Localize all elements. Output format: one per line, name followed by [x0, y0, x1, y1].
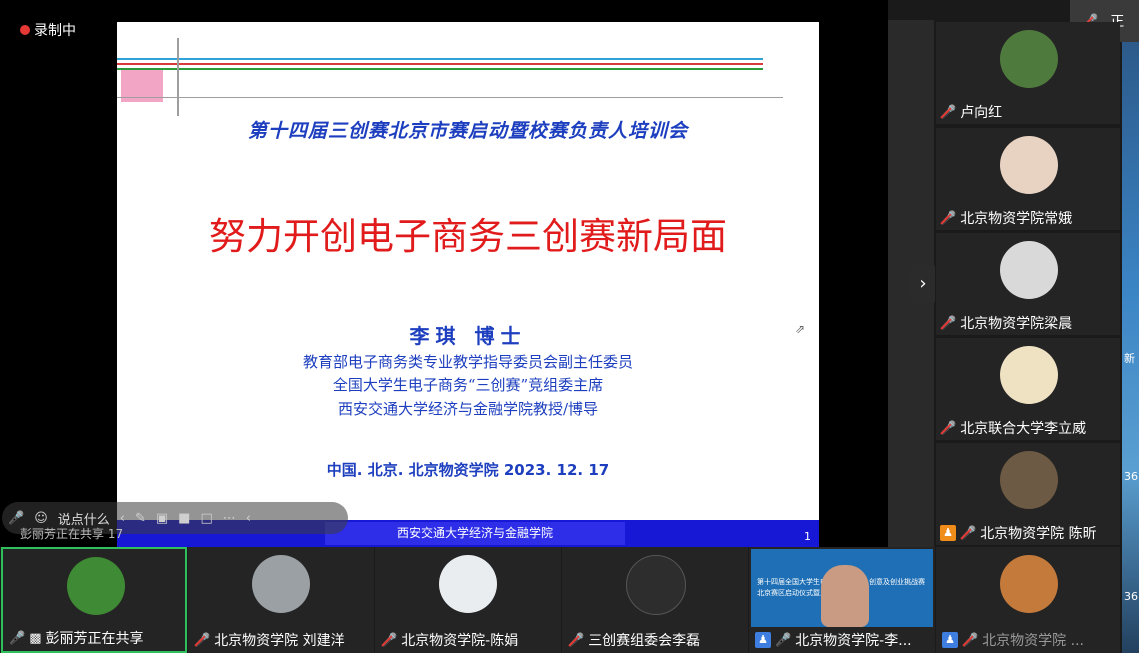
- mic-muted-icon: 🎤: [962, 632, 979, 648]
- mic-muted-icon: 🎤: [940, 210, 957, 226]
- edge-text: 36: [1124, 590, 1138, 603]
- slide-page-number: 1: [804, 530, 811, 543]
- participant-name: 北京物资学院 刘建洋: [214, 633, 345, 649]
- cohost-icon: ♟: [755, 632, 771, 648]
- recording-indicator[interactable]: 录制中: [20, 20, 76, 40]
- edge-text: 36: [1124, 470, 1138, 483]
- mic-muted-icon: 🎤: [568, 632, 585, 648]
- slide-decor-hline: [117, 97, 783, 98]
- record-icon: [20, 25, 30, 35]
- participant-tile[interactable]: 🎤 北京物资学院-陈娟: [375, 547, 561, 653]
- more-icon[interactable]: ⋯: [223, 511, 236, 526]
- mic-icon: 🎤: [9, 630, 26, 646]
- slide-main-title: 努力开创电子商务三创赛新局面: [209, 215, 727, 258]
- video-person: [821, 565, 869, 627]
- sharing-status-caption: 彭丽芳正在共享 17: [20, 527, 124, 541]
- participant-tile[interactable]: 🎤 北京物资学院梁晨: [936, 233, 1120, 335]
- slide-author: 李琪 博士: [409, 324, 527, 348]
- avatar: [252, 555, 310, 613]
- mic-icon[interactable]: 🎤: [8, 511, 24, 526]
- avatar: [1000, 30, 1058, 88]
- screen-share-icon: ▩: [29, 630, 42, 646]
- mic-muted-icon: 🎤: [960, 525, 977, 541]
- participant-name: 北京物资学院梁晨: [960, 316, 1073, 332]
- collapse-toolbar-icon[interactable]: ‹: [246, 511, 251, 526]
- background-window-edge: 新 36 36: [1122, 42, 1139, 653]
- slide-decor-line: [117, 68, 763, 70]
- camera-icon[interactable]: ■: [178, 511, 190, 526]
- participant-name: 彭丽芳正在共享: [45, 631, 144, 647]
- avatar: [1000, 555, 1058, 613]
- mic-muted-icon: 🎤: [940, 315, 957, 331]
- participant-name: 北京联合大学李立威: [960, 421, 1087, 437]
- slide-decor-vline: [177, 38, 179, 116]
- participant-name: 北京物资学院-陈娟: [401, 633, 519, 649]
- shared-slide: 第十四届三创赛北京市赛启动暨校赛负责人培训会 努力开创电子商务三创赛新局面 李琪…: [117, 22, 819, 547]
- mic-muted-icon: 🎤: [940, 420, 957, 436]
- participant-video: 第十四届全国大学生电子商务创新、创意及创业挑战赛北京赛区启动仪式暨人培训会: [751, 549, 933, 627]
- emoji-icon[interactable]: ☺: [34, 511, 48, 526]
- mouse-cursor-icon: ⇗: [795, 322, 806, 336]
- avatar: [67, 557, 125, 615]
- mic-icon: 🎤: [775, 632, 792, 648]
- collapse-left-icon[interactable]: ‹: [120, 511, 125, 526]
- participant-name: 北京物资学院 陈昕: [980, 526, 1097, 542]
- mic-muted-icon: 🎤: [381, 632, 398, 648]
- participant-name: 三创赛组委会李磊: [588, 633, 701, 649]
- participant-tile[interactable]: 🎤 北京物资学院常娥: [936, 128, 1120, 230]
- mic-muted-icon: 🎤: [194, 632, 211, 648]
- avatar: [439, 555, 497, 613]
- slide-decor-line: [117, 58, 763, 60]
- mic-muted-icon: 🎤: [940, 104, 957, 120]
- comment-icon[interactable]: □: [200, 511, 212, 526]
- slide-role: 西安交通大学经济与金融学院教授/博导: [337, 400, 599, 418]
- slide-role: 全国大学生电子商务“三创赛”竞组委主席: [332, 376, 604, 394]
- annotate-icon[interactable]: ✎: [135, 511, 146, 526]
- participant-tile[interactable]: 🎤 卢向红: [936, 22, 1120, 124]
- participant-tile[interactable]: 🎤 ▩ 彭丽芳正在共享: [1, 547, 187, 653]
- recording-label: 录制中: [34, 23, 76, 39]
- host-icon: ♟: [940, 525, 956, 541]
- avatar: [1000, 346, 1058, 404]
- slide-footer-text: 西安交通大学经济与金融学院: [325, 522, 625, 545]
- participant-tile[interactable]: 🎤 北京联合大学李立威: [936, 338, 1120, 440]
- avatar: [1000, 136, 1058, 194]
- participant-name: 北京物资学院常娥: [960, 211, 1073, 227]
- participant-tile[interactable]: ♟ 🎤 北京物资学院 陈昕: [936, 443, 1120, 545]
- slide-decor-line: [117, 63, 763, 65]
- edge-text: 新: [1124, 352, 1135, 365]
- slide-role: 教育部电子商务类专业教学指导委员会副主任委员: [302, 353, 633, 371]
- avatar: [1000, 241, 1058, 299]
- participant-tile[interactable]: 🎤 三创赛组委会李磊: [562, 547, 748, 653]
- participant-name: 北京物资学院 ...: [982, 633, 1084, 649]
- slide-place-date: 中国. 北京. 北京物资学院 2023. 12. 17: [326, 461, 610, 479]
- cohost-icon: ♟: [942, 632, 958, 648]
- participant-name: 卢向红: [960, 105, 1003, 121]
- slide-event-title: 第十四届三创赛北京市赛启动暨校赛负责人培训会: [247, 120, 688, 142]
- participant-video-tile[interactable]: 第十四届全国大学生电子商务创新、创意及创业挑战赛北京赛区启动仪式暨人培训会 ♟ 🎤…: [749, 547, 935, 653]
- screenshot-icon[interactable]: ▣: [156, 511, 168, 526]
- participant-tile[interactable]: 🎤 北京物资学院 刘建洋: [188, 547, 374, 653]
- participant-name: 北京物资学院-李...: [795, 633, 912, 649]
- participant-tile[interactable]: ♟ 🎤 北京物资学院 ...: [936, 547, 1120, 653]
- avatar: [1000, 451, 1058, 509]
- avatar: [626, 555, 686, 615]
- expand-panel-button[interactable]: ›: [911, 265, 935, 303]
